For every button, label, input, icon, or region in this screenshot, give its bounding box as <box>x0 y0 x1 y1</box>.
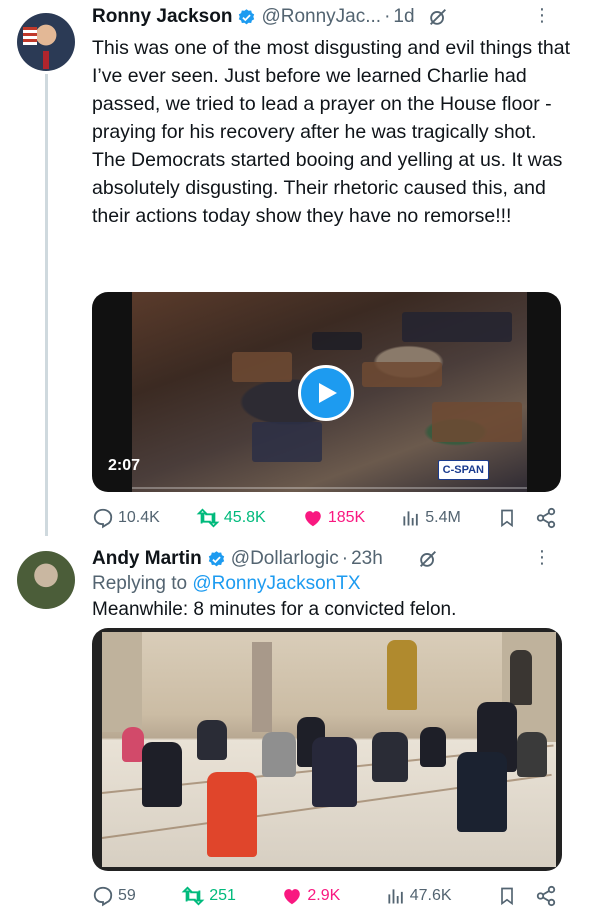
photo[interactable] <box>92 628 562 871</box>
author-name[interactable]: Andy Martin <box>92 548 202 570</box>
separator-dot: · <box>384 6 391 27</box>
author-handle[interactable]: @Dollarlogic <box>231 548 339 570</box>
heart-icon <box>284 889 301 905</box>
play-button[interactable] <box>298 365 354 421</box>
action-bar: 59 251 2.9K 47.6K <box>92 885 557 907</box>
author-name[interactable]: Ronny Jackson <box>92 6 232 28</box>
views-icon <box>388 889 403 904</box>
like-button[interactable]: 185K <box>302 507 365 529</box>
photo-image <box>101 632 556 867</box>
video-duration: 2:07 <box>108 457 141 474</box>
flag-pin-icon <box>23 27 37 45</box>
bookmark-icon[interactable] <box>497 507 517 529</box>
tweet-text: This was one of the most disgusting and … <box>92 37 571 227</box>
video-progress-bar[interactable] <box>132 487 527 489</box>
separator-dot: · <box>341 548 349 569</box>
tweet-andy-martin[interactable]: Andy Martin @Dollarlogic · 23h ⋮ Replyin… <box>0 540 595 913</box>
author-handle[interactable]: @RonnyJac... <box>261 6 381 28</box>
avatar[interactable] <box>17 13 75 71</box>
bookmark-icon[interactable] <box>497 885 517 907</box>
reply-count: 59 <box>118 887 136 904</box>
secondary-actions <box>497 507 557 529</box>
share-icon[interactable] <box>535 885 557 907</box>
tie-shape <box>43 51 49 69</box>
play-icon <box>319 383 337 403</box>
like-count: 185K <box>327 509 366 526</box>
secondary-actions <box>497 885 557 907</box>
timestamp[interactable]: 23h <box>351 548 383 570</box>
retweet-count: 45.8K <box>223 509 266 526</box>
grok-icon[interactable] <box>417 548 439 570</box>
retweet-icon <box>181 886 205 906</box>
reply-button[interactable]: 10.4K <box>92 507 160 529</box>
verified-icon <box>208 550 224 566</box>
heart-icon <box>305 511 321 527</box>
thread-line <box>45 74 48 536</box>
timestamp[interactable]: 1d <box>393 6 414 28</box>
views-count: 5.4M <box>425 509 461 526</box>
retweet-button[interactable]: 251 <box>181 885 236 907</box>
views-button[interactable]: 5.4M <box>401 508 461 528</box>
like-count: 2.9K <box>307 887 341 904</box>
tweet-ronny-jackson[interactable]: Ronny Jackson @RonnyJac... · 1d ⋮ This w… <box>0 0 595 540</box>
reply-button[interactable]: 59 <box>92 885 136 907</box>
reply-label: Replying to <box>92 573 188 594</box>
tweet-header: Andy Martin @Dollarlogic · 23h <box>92 548 439 570</box>
more-icon[interactable]: ⋮ <box>533 6 551 24</box>
reply-context: Replying to @RonnyJacksonTX <box>92 573 361 595</box>
reply-icon <box>93 508 113 529</box>
action-bar: 10.4K 45.8K 185K 5.4M <box>92 507 557 529</box>
reply-mention-link[interactable]: @RonnyJacksonTX <box>192 573 360 594</box>
views-icon <box>403 511 419 526</box>
reply-icon <box>93 886 113 907</box>
video-watermark: C-SPAN <box>437 460 489 480</box>
grok-icon[interactable] <box>427 6 449 28</box>
like-button[interactable]: 2.9K <box>281 885 340 907</box>
tweet-text: Meanwhile: 8 minutes for a convicted fel… <box>92 599 457 620</box>
avatar[interactable] <box>17 551 75 609</box>
verified-icon <box>239 8 255 24</box>
reply-count: 10.4K <box>118 509 160 526</box>
tweet-header: Ronny Jackson @RonnyJac... · 1d <box>92 6 449 28</box>
views-button[interactable]: 47.6K <box>386 886 452 906</box>
retweet-icon <box>196 508 220 528</box>
retweet-count: 251 <box>209 887 236 904</box>
views-count: 47.6K <box>409 887 452 904</box>
video-player[interactable]: 2:07 C-SPAN <box>92 292 561 492</box>
share-icon[interactable] <box>535 507 557 529</box>
retweet-button[interactable]: 45.8K <box>196 507 266 529</box>
more-icon[interactable]: ⋮ <box>533 548 551 566</box>
